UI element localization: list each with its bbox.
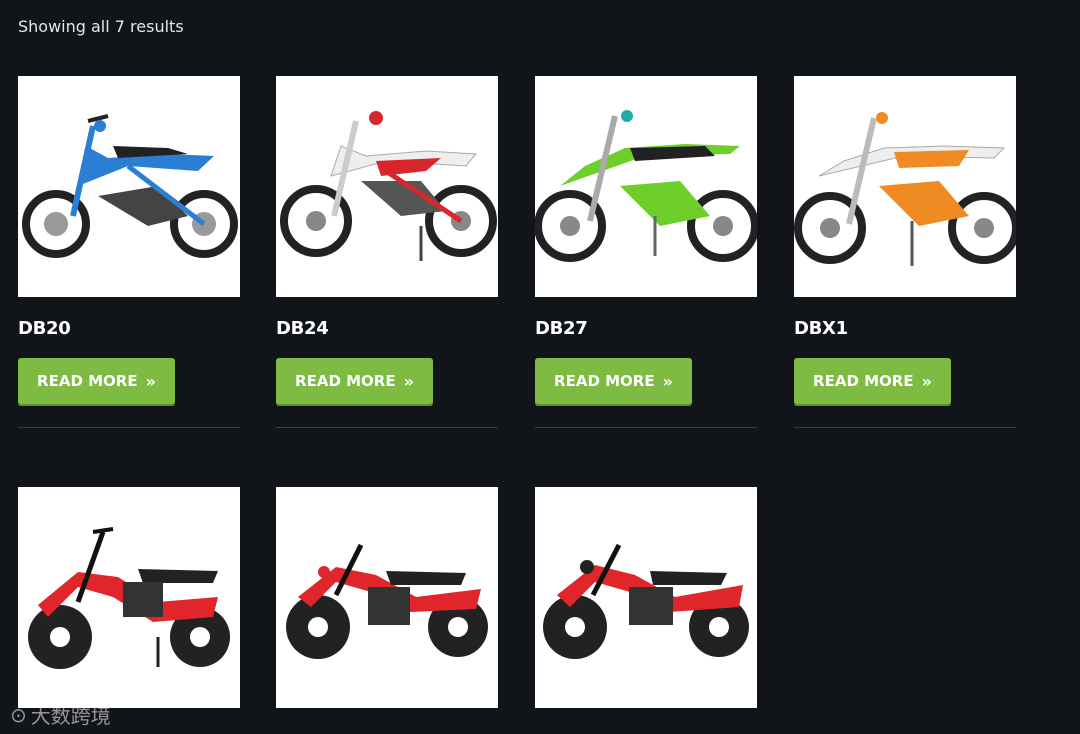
button-label: READ MORE	[554, 372, 655, 390]
double-chevron-right-icon: »	[145, 371, 156, 391]
product-card	[535, 487, 757, 708]
product-card: DB24 READ MORE »	[276, 76, 498, 428]
dirt-bike-icon	[22, 114, 238, 258]
product-card: DB20 READ MORE »	[18, 76, 240, 428]
divider	[794, 427, 1016, 428]
product-card: DB27 READ MORE »	[535, 76, 757, 428]
dirt-bike-icon	[794, 112, 1016, 266]
product-title[interactable]: DB20	[18, 318, 71, 339]
product-card: DBX1 READ MORE »	[794, 76, 1016, 428]
product-image-db20[interactable]	[18, 76, 240, 297]
read-more-button-dbx1[interactable]: READ MORE »	[794, 358, 951, 404]
mini-bike-icon	[286, 543, 488, 659]
read-more-button-db20[interactable]: READ MORE »	[18, 358, 175, 404]
read-more-button-db27[interactable]: READ MORE »	[535, 358, 692, 404]
product-image-mini-bike-3[interactable]	[535, 487, 757, 708]
mini-bike-icon	[543, 543, 749, 659]
product-image-dbx1[interactable]	[794, 76, 1016, 297]
read-more-button-db24[interactable]: READ MORE »	[276, 358, 433, 404]
product-card	[18, 487, 240, 708]
double-chevron-right-icon: »	[662, 371, 673, 391]
button-label: READ MORE	[295, 372, 396, 390]
watermark-text: 大数跨境	[30, 704, 111, 728]
product-title[interactable]: DB27	[535, 318, 588, 339]
product-image-mini-bike-2[interactable]	[276, 487, 498, 708]
button-label: READ MORE	[813, 372, 914, 390]
product-image-db27[interactable]	[535, 76, 757, 297]
watermark: ⊙ 大数跨境	[10, 700, 111, 729]
dirt-bike-icon	[280, 111, 497, 261]
product-card	[276, 487, 498, 708]
double-chevron-right-icon: »	[403, 371, 414, 391]
divider	[18, 427, 240, 428]
result-count: Showing all 7 results	[18, 17, 184, 36]
watermark-logo-icon: ⊙	[10, 702, 27, 727]
product-image-mini-bike-1[interactable]	[18, 487, 240, 708]
product-title[interactable]: DB24	[276, 318, 329, 339]
double-chevron-right-icon: »	[921, 371, 932, 391]
product-title[interactable]: DBX1	[794, 318, 848, 339]
divider	[276, 427, 498, 428]
dirt-bike-icon	[535, 110, 757, 262]
button-label: READ MORE	[37, 372, 138, 390]
product-image-db24[interactable]	[276, 76, 498, 297]
mini-bike-icon	[28, 527, 230, 669]
divider	[535, 427, 757, 428]
